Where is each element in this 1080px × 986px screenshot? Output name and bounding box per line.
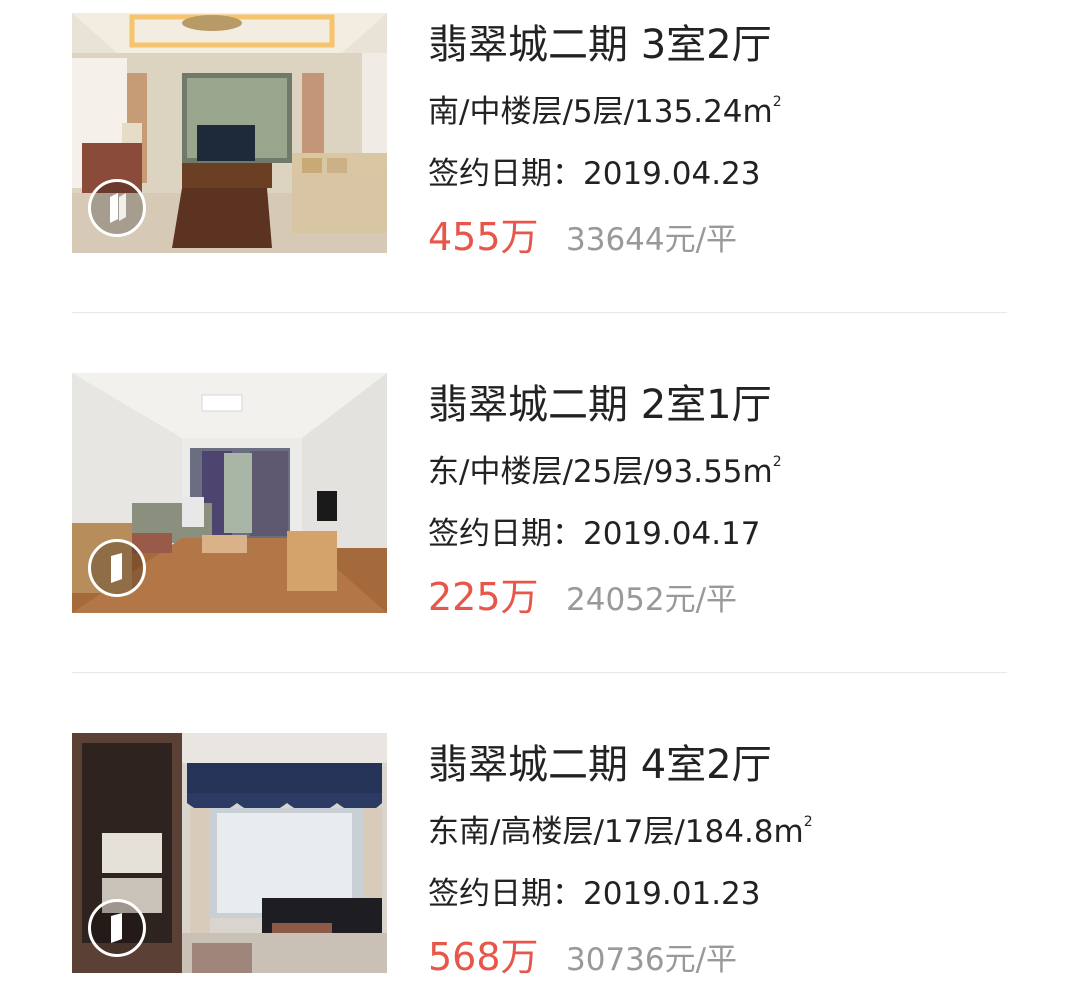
total-price: 568万 — [428, 935, 539, 979]
unit-price: 30736元/平 — [566, 942, 738, 978]
listing-info-text: 南/中楼层/5层/135.24m — [428, 94, 773, 130]
listing-info: 东南/高楼层/17层/184.8m2 — [428, 811, 813, 853]
vr-tour-icon — [111, 913, 122, 943]
sign-date: 签约日期：2019.01.23 — [428, 876, 761, 912]
unit-price: 33644元/平 — [566, 222, 738, 258]
listing-info-text: 东南/高楼层/17层/184.8m — [428, 814, 804, 850]
divider — [72, 672, 1007, 673]
vr-tour-icon — [110, 193, 126, 223]
listing-card[interactable]: 翡翠城二期 4室2厅 东南/高楼层/17层/184.8m2 签约日期：2019.… — [0, 733, 1080, 979]
vr-tour-badge[interactable] — [88, 179, 146, 237]
sign-date: 签约日期：2019.04.17 — [428, 516, 761, 552]
area-unit-superscript: 2 — [772, 454, 782, 470]
listing-info: 南/中楼层/5层/135.24m2 — [428, 91, 782, 133]
listing-title: 翡翠城二期 4室2厅 — [428, 742, 772, 788]
listing-card[interactable]: 翡翠城二期 3室2厅 南/中楼层/5层/135.24m2 签约日期：2019.0… — [0, 13, 1080, 259]
listing-card[interactable]: 翡翠城二期 2室1厅 东/中楼层/25层/93.55m2 签约日期：2019.0… — [0, 373, 1080, 619]
area-unit-superscript: 2 — [772, 94, 782, 110]
listing-photo[interactable] — [72, 373, 387, 613]
listing-info: 东/中楼层/25层/93.55m2 — [428, 451, 782, 493]
unit-price: 24052元/平 — [566, 582, 738, 618]
total-price: 225万 — [428, 575, 539, 619]
listing-info-text: 东/中楼层/25层/93.55m — [428, 454, 773, 490]
area-unit-superscript: 2 — [803, 814, 813, 830]
listing-photo[interactable] — [72, 733, 387, 973]
listing-title: 翡翠城二期 2室1厅 — [428, 382, 772, 428]
vr-tour-badge[interactable] — [88, 539, 146, 597]
sign-date: 签约日期：2019.04.23 — [428, 156, 761, 192]
listing-title: 翡翠城二期 3室2厅 — [428, 22, 772, 68]
vr-tour-badge[interactable] — [88, 899, 146, 957]
vr-tour-icon — [111, 553, 122, 583]
listing-photo[interactable] — [72, 13, 387, 253]
divider — [72, 312, 1007, 313]
total-price: 455万 — [428, 215, 539, 259]
